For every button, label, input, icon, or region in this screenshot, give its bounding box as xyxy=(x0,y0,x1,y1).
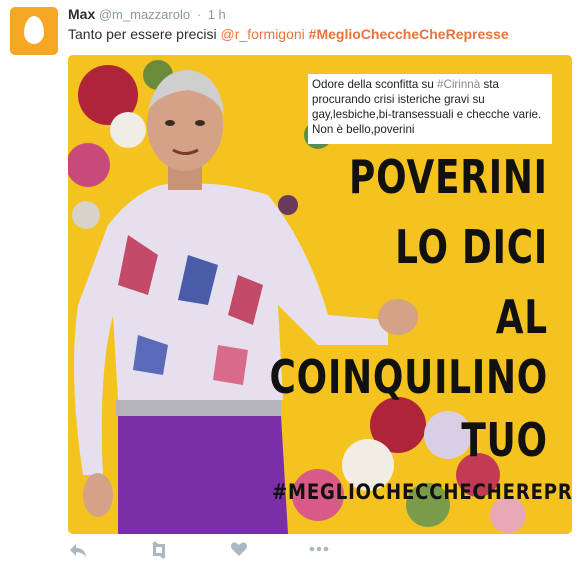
tweet-body: Tanto per essere precisi xyxy=(68,26,217,42)
slogan-line-4: COINQUILINO xyxy=(269,350,548,404)
reply-icon xyxy=(70,544,86,557)
tweet-media-image[interactable]: Odore della sconfitta su #Cirinnà sta pr… xyxy=(68,55,572,534)
retweet-button[interactable] xyxy=(148,540,170,564)
image-hashtag-banner: #MEGLIOCHECCHECHEREPRESSE xyxy=(272,480,572,504)
slogan-line-1: POVERINI xyxy=(349,150,548,204)
like-button[interactable] xyxy=(230,540,248,564)
image-quote-box: Odore della sconfitta su #Cirinnà sta pr… xyxy=(308,74,552,144)
tweet-timestamp[interactable]: 1 h xyxy=(208,7,226,22)
hashtag-link[interactable]: #MeglioChecche​CheRepresse xyxy=(309,26,509,42)
separator-dot: · xyxy=(196,7,202,22)
author-name[interactable]: Max xyxy=(68,6,95,22)
author-handle[interactable]: @m_mazzarolo xyxy=(99,7,190,22)
retweet-icon xyxy=(152,541,166,559)
tweet-actions xyxy=(68,540,368,564)
slogan-line-3: AL xyxy=(495,290,548,344)
more-button[interactable] xyxy=(308,540,330,564)
slogan-line-2: LO DICI xyxy=(395,220,548,274)
slogan-line-5: TUO xyxy=(461,413,548,467)
quote-text-prefix: Odore della sconfitta su xyxy=(312,78,438,91)
like-icon xyxy=(231,542,247,556)
mention-link[interactable]: @r_formigoni xyxy=(221,26,305,42)
more-icon xyxy=(309,546,329,552)
egg-avatar-icon xyxy=(24,16,44,44)
tweet-text: Tanto per essere precisi @r_formigoni #M… xyxy=(68,26,509,42)
tweet-header: Max @m_mazzarolo · 1 h xyxy=(68,6,226,22)
avatar[interactable] xyxy=(10,7,58,55)
quote-hashtag: #Cirinnà xyxy=(437,78,481,91)
reply-button[interactable] xyxy=(68,540,88,564)
